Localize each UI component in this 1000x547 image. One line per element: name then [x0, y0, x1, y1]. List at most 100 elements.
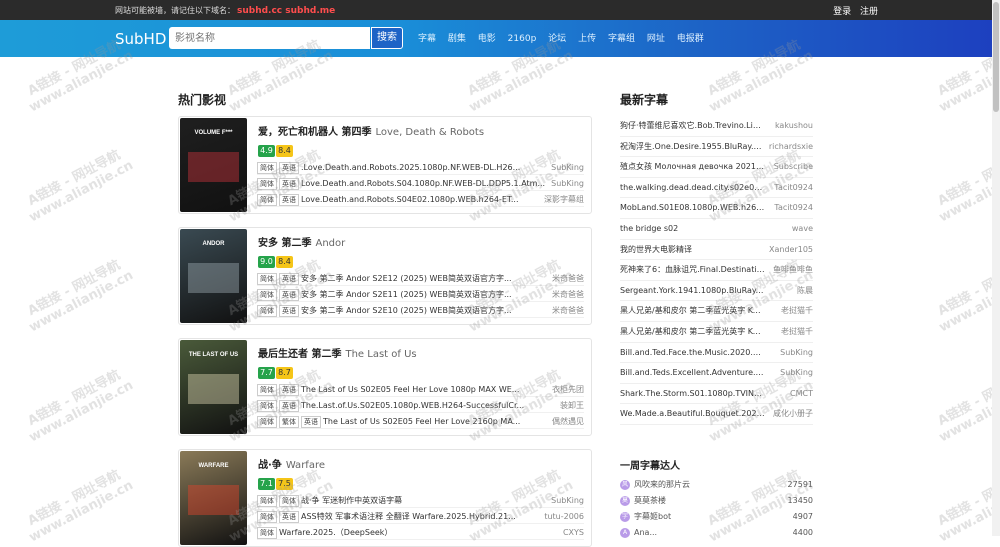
movie-title-en[interactable]: Love, Death & Robots — [375, 127, 484, 138]
user-avatar[interactable]: 风 — [620, 479, 630, 490]
subtitle-row[interactable]: 简体 英语 安多 第二季 Andor S2E11 (2025) WEB简英双语官方字… — [257, 288, 584, 302]
latest-subtitle-row[interactable]: Bill.and.Ted.Face.the.Music.2020.2160p.U… — [620, 343, 813, 364]
subtitle-filename[interactable]: The Last of Us S02E05 Feel Her Love 2160… — [323, 417, 520, 426]
subtitle-filename[interactable]: The.Last.of.Us.S02E05.1080p.WEB.H264-Suc… — [301, 401, 524, 410]
latest-subtitle-row[interactable]: 我的世界大电影精译 Xander105 — [620, 240, 813, 261]
register-link[interactable]: 注册 — [860, 7, 878, 17]
nav-link-subtitles[interactable]: 字幕 — [418, 34, 436, 44]
nav-link-urls[interactable]: 网址 — [647, 34, 665, 44]
subtitle-filename[interactable]: 安多 第二季 Andor S2E11 (2025) WEB简英双语官方字... — [301, 290, 512, 299]
latest-subtitle-uploader[interactable]: 老挝猫千 — [781, 301, 813, 321]
subtitle-row[interactable]: 简体 Warfare.2025.（DeepSeek） CXYS — [257, 526, 584, 540]
movie-card[interactable]: ANDOR 安多 第二季 Andor 9.0 8.4 简体 英语 安多 第二季 Ando… — [178, 227, 592, 325]
subtitle-uploader[interactable]: 米奇爸爸 — [552, 272, 584, 286]
subtitle-filename[interactable]: .Love.Death.and.Robots.2025.1080p.NF.WEB… — [301, 163, 520, 172]
latest-subtitle-title[interactable]: Bill.and.Teds.Excellent.Adventure.1989.U… — [620, 363, 765, 383]
movie-poster[interactable]: THE LAST OF US — [180, 340, 247, 434]
subtitle-uploader[interactable]: 深影字幕组 — [544, 193, 584, 207]
latest-subtitle-uploader[interactable]: 咸化小册子 — [773, 404, 813, 424]
search-button[interactable]: 搜索 — [371, 27, 403, 49]
latest-subtitle-title[interactable]: 黑人兄弟/基和皮尔 第二季蓝光英字 Key an... — [620, 322, 765, 342]
movie-card[interactable]: THE LAST OF US 最后生还者 第二季 The Last of Us 7… — [178, 338, 592, 436]
movie-poster[interactable]: WARFARE — [180, 451, 247, 545]
nav-link-2160p[interactable]: 2160p — [508, 34, 537, 44]
subtitle-filename[interactable]: Love.Death.and.Robots.S04E02.1080p.WEB.h… — [301, 195, 519, 204]
movie-title-cn[interactable]: 安多 第二季 — [258, 238, 311, 249]
movie-title-en[interactable]: Warfare — [286, 460, 325, 471]
latest-subtitle-uploader[interactable]: Tacit0924 — [774, 178, 813, 198]
latest-subtitle-row[interactable]: We.Made.a.Beautiful.Bouquet.2021.1080...… — [620, 404, 813, 425]
movie-card[interactable]: VOLUME F*** 爱，死亡和机器人 第四季 Love, Death & Ro… — [178, 116, 592, 214]
latest-subtitle-title[interactable]: 祝淘浮生.One.Desire.1955.BluRay.chs — [620, 137, 765, 157]
latest-subtitle-row[interactable]: Shark.The.Storm.S01.1080p.TVING.WEB-... C… — [620, 384, 813, 405]
latest-subtitle-title[interactable]: Shark.The.Storm.S01.1080p.TVING.WEB-... — [620, 384, 765, 404]
subtitle-uploader[interactable]: 米奇爸爸 — [552, 304, 584, 318]
movie-title[interactable]: 安多 第二季 Andor — [258, 234, 345, 249]
latest-subtitle-uploader[interactable]: wave — [792, 219, 813, 239]
subtitle-filename[interactable]: 安多 第二季 Andor S2E10 (2025) WEB简英双语官方字... — [301, 306, 512, 315]
latest-subtitle-uploader[interactable]: richardsxie — [769, 137, 813, 157]
subtitle-uploader[interactable]: 衣柜先团 — [552, 383, 584, 397]
user-name[interactable]: 莫莫茶楼 — [634, 496, 666, 505]
subtitle-uploader[interactable]: 米奇爸爸 — [552, 288, 584, 302]
latest-subtitle-uploader[interactable]: 鱼啡鱼啡鱼 — [773, 260, 813, 280]
latest-subtitle-row[interactable]: 黑人兄弟/基和皮尔 第二季蓝光英字 Key an... 老挝猫千 — [620, 301, 813, 322]
latest-subtitle-title[interactable]: 狗仔·特蕾维尼喜欢它.Bob.Trevino.Likes.It... — [620, 116, 765, 136]
subtitle-uploader[interactable]: SubKing — [551, 177, 584, 191]
movie-title-en[interactable]: Andor — [315, 238, 345, 249]
latest-subtitle-uploader[interactable]: kakushou — [775, 116, 813, 136]
weekly-user-row[interactable]: A Ana... 4400 — [620, 526, 813, 540]
latest-subtitle-uploader[interactable]: 老挝猫千 — [781, 322, 813, 342]
subtitle-uploader[interactable]: CXYS — [563, 526, 584, 540]
latest-subtitle-uploader[interactable]: 陈晨 — [797, 281, 813, 301]
subtitle-filename[interactable]: 安多 第二季 Andor S2E12 (2025) WEB简英双语官方字... — [301, 274, 512, 283]
weekly-user-row[interactable]: 风风吹来的那片云 27591 — [620, 478, 813, 492]
nav-link-movies[interactable]: 电影 — [478, 34, 496, 44]
nav-link-telegram[interactable]: 电报群 — [677, 34, 704, 44]
login-link[interactable]: 登录 — [833, 7, 851, 17]
latest-subtitle-title[interactable]: 我的世界大电影精译 — [620, 240, 692, 260]
subtitle-row[interactable]: 简体 英语 ASS特效 军事术语注释 全翻译 Warfare.2025.Hybrid… — [257, 510, 584, 524]
user-name[interactable]: 风吹来的那片云 — [634, 480, 690, 489]
latest-subtitle-title[interactable]: 死神来了6：血脉诅咒.Final.Destination.Bl... — [620, 260, 765, 280]
subtitle-uploader[interactable]: SubKing — [551, 494, 584, 508]
subtitle-uploader[interactable]: tutu-2006 — [544, 510, 584, 524]
subtitle-uploader[interactable]: 偶然遇见 — [552, 415, 584, 429]
movie-poster[interactable]: ANDOR — [180, 229, 247, 323]
subtitle-row[interactable]: 简体 英语 安多 第二季 Andor S2E10 (2025) WEB简英双语官方字… — [257, 304, 584, 318]
subtitle-uploader[interactable]: 装卸王 — [560, 399, 584, 413]
latest-subtitle-title[interactable]: 黑人兄弟/基和皮尔 第二季蓝光英字 Key an... — [620, 301, 765, 321]
latest-subtitle-title[interactable]: Bill.and.Ted.Face.the.Music.2020.2160p.U… — [620, 343, 765, 363]
movie-title-cn[interactable]: 爱，死亡和机器人 第四季 — [258, 127, 371, 138]
movie-title[interactable]: 战·争 Warfare — [258, 456, 325, 471]
movie-title-en[interactable]: The Last of Us — [345, 349, 416, 360]
movie-title[interactable]: 爱，死亡和机器人 第四季 Love, Death & Robots — [258, 123, 484, 138]
weekly-user-row[interactable]: 莫莫莫茶楼 13450 — [620, 494, 813, 508]
latest-subtitle-row[interactable]: 死神来了6：血脉诅咒.Final.Destination.Bl... 鱼啡鱼啡鱼 — [620, 260, 813, 281]
latest-subtitle-uploader[interactable]: SubKing — [780, 363, 813, 383]
latest-subtitle-row[interactable]: Sergeant.York.1941.1080p.BluRay.x264.D..… — [620, 281, 813, 302]
user-avatar[interactable]: 莫 — [620, 495, 630, 506]
latest-subtitle-row[interactable]: Bill.and.Teds.Excellent.Adventure.1989.U… — [620, 363, 813, 384]
nav-link-groups[interactable]: 字幕组 — [608, 34, 635, 44]
user-avatar[interactable]: 字 — [620, 511, 630, 522]
page-scrollbar[interactable] — [992, 0, 1000, 536]
movie-title-cn[interactable]: 战·争 — [258, 460, 282, 471]
movie-title[interactable]: 最后生还者 第二季 The Last of Us — [258, 345, 417, 360]
latest-subtitle-row[interactable]: the.walking.dead.dead.city.s02e03.1080p.… — [620, 178, 813, 199]
subtitle-row[interactable]: 简体 英语 .Love.Death.and.Robots.2025.1080p.NF… — [257, 161, 584, 175]
movie-title-cn[interactable]: 最后生还者 第二季 — [258, 349, 341, 360]
latest-subtitle-title[interactable]: the bridge s02 — [620, 219, 678, 239]
subtitle-row[interactable]: 简体 简体 战·争 军迷制作中英双语字幕 SubKing — [257, 494, 584, 508]
subtitle-row[interactable]: 简体 英语 Love.Death.and.Robots.S04E02.1080p.W… — [257, 193, 584, 207]
subtitle-filename[interactable]: ASS特效 军事术语注释 全翻译 Warfare.2025.Hybrid.21.… — [301, 512, 516, 521]
latest-subtitle-row[interactable]: 狗仔·特蕾维尼喜欢它.Bob.Trevino.Likes.It... kakush… — [620, 116, 813, 137]
subtitle-row[interactable]: 简体 繁体 英语 The Last of Us S02E05 Feel Her Lov… — [257, 415, 584, 429]
latest-subtitle-uploader[interactable]: Subscribe — [774, 157, 813, 177]
subtitle-row[interactable]: 简体 英语 The Last of Us S02E05 Feel Her Love … — [257, 383, 584, 397]
search-input[interactable] — [169, 27, 370, 49]
movie-poster[interactable]: VOLUME F*** — [180, 118, 247, 212]
scrollbar-thumb[interactable] — [993, 2, 999, 112]
movie-card[interactable]: WARFARE 战·争 Warfare 7.1 7.5 简体 简体 战·争 军迷制作中英… — [178, 449, 592, 547]
weekly-user-row[interactable]: 字字幕姬bot 4907 — [620, 510, 813, 524]
